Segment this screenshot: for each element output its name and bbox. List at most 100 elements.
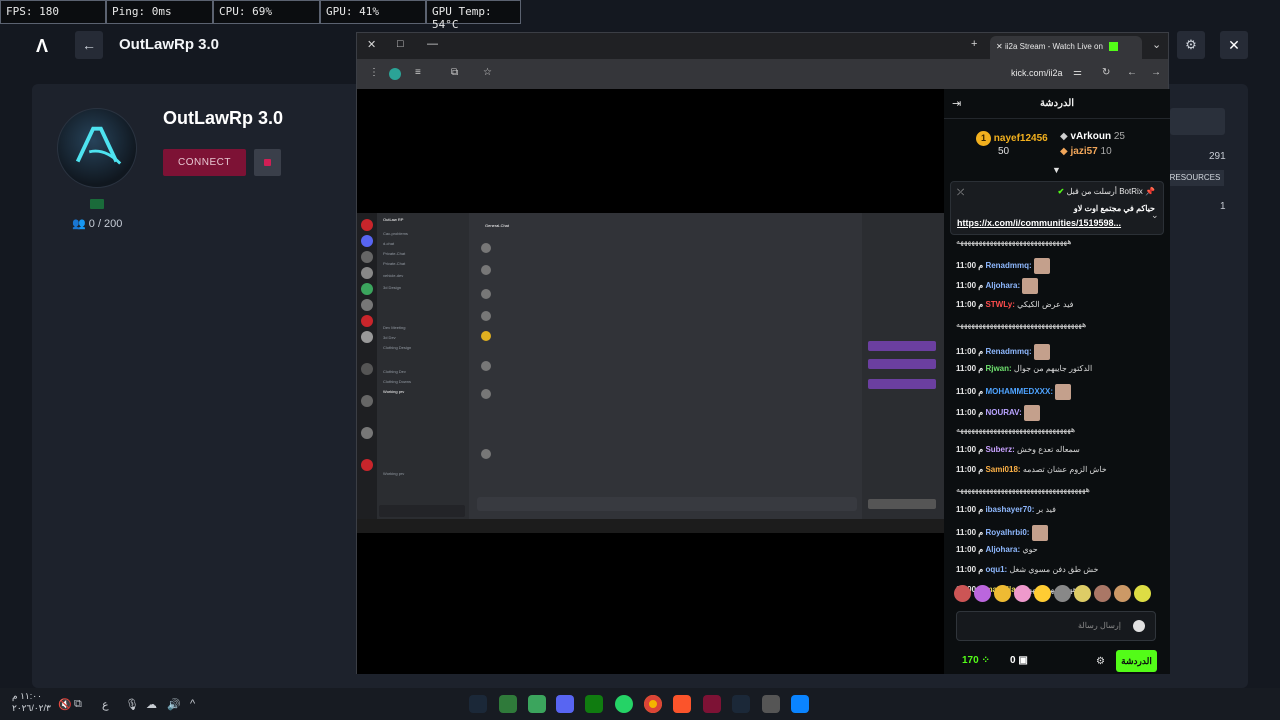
- unpin-icon[interactable]: ⤫: [957, 187, 964, 198]
- address-bar[interactable]: kick.com/ii2a: [1011, 68, 1063, 78]
- chat-message[interactable]: 11:00 م ibashayer70: فيد بر: [956, 505, 1056, 514]
- steam-icon[interactable]: [732, 695, 750, 713]
- chat-message[interactable]: 11:00 م Renadmmq:: [956, 344, 1050, 360]
- emote-icon[interactable]: [974, 585, 991, 602]
- emoji-picker-icon[interactable]: [1133, 620, 1145, 632]
- emote-icon[interactable]: [1054, 585, 1071, 602]
- display-icon[interactable]: ⧉: [74, 698, 82, 711]
- extension-icon[interactable]: [389, 68, 401, 80]
- window-close-icon[interactable]: ✕: [367, 38, 376, 51]
- pinned-link[interactable]: https://x.com/i/communities/1519598...: [957, 218, 1121, 228]
- extensions-icon[interactable]: ⧉: [451, 67, 458, 78]
- message-username[interactable]: Renadmmq:: [985, 347, 1031, 356]
- favorite-button[interactable]: [254, 149, 281, 176]
- chat-message[interactable]: هههههههههههههههههههههههههههههههه: [956, 425, 1075, 434]
- bookmark-star-icon[interactable]: ☆: [483, 67, 492, 78]
- steam-icon[interactable]: [469, 695, 487, 713]
- forward-icon[interactable]: →: [1151, 67, 1161, 78]
- message-username[interactable]: oqu1:: [985, 565, 1007, 574]
- message-username[interactable]: ibashayer70:: [985, 505, 1034, 514]
- emote-icon[interactable]: [994, 585, 1011, 602]
- browser-menu-icon[interactable]: ⋮: [369, 67, 379, 78]
- window-maximize-icon[interactable]: □: [397, 38, 404, 50]
- site-settings-icon[interactable]: ⚌: [1073, 67, 1082, 78]
- settings-button[interactable]: ⚙: [1177, 31, 1205, 59]
- side-search-input[interactable]: [1170, 108, 1225, 135]
- chat-message[interactable]: 11:00 م Aljohara:: [956, 278, 1039, 294]
- emote-icon[interactable]: [1014, 585, 1031, 602]
- chat-message[interactable]: 11:00 م Sami018: خاش الزوم عشان تصدمه: [956, 465, 1107, 474]
- top-gifter-1[interactable]: 1 nayef12456: [976, 131, 1048, 146]
- windows-start-icon[interactable]: [791, 695, 809, 713]
- chat-message[interactable]: ههههههههههههههههههههههههههههههههههه: [956, 320, 1086, 329]
- brave-icon[interactable]: [673, 695, 691, 713]
- emote-icon[interactable]: [1094, 585, 1111, 602]
- message-username[interactable]: MOHAMMEDXXX:: [985, 387, 1053, 396]
- close-button[interactable]: ✕: [1220, 31, 1248, 59]
- back-icon[interactable]: ←: [1127, 67, 1137, 78]
- pinned-message[interactable]: ⤫ ✔ أرسلت من قبل BotRix 📌 حياكم في مجتمع…: [950, 181, 1164, 235]
- chat-message[interactable]: 11:00 م Aljohara: حوي: [956, 545, 1038, 554]
- cloud-icon[interactable]: ☁: [146, 698, 157, 711]
- resources-tag[interactable]: RESOURCES: [1166, 170, 1224, 186]
- emote-icon[interactable]: [1074, 585, 1091, 602]
- speaker-mute-icon[interactable]: 🔇: [58, 698, 72, 711]
- back-button[interactable]: ←: [75, 31, 103, 59]
- window-minimize-icon[interactable]: —: [427, 38, 438, 50]
- message-username[interactable]: Suberz:: [985, 445, 1014, 454]
- gifts-counter[interactable]: 0 ▣: [1010, 655, 1028, 666]
- tray-overflow-icon[interactable]: ^: [190, 698, 195, 710]
- app-icon[interactable]: [762, 695, 780, 713]
- chat-message[interactable]: 11:00 م NOURAV:: [956, 405, 1040, 421]
- app-icon[interactable]: [499, 695, 517, 713]
- stream-video[interactable]: OutLaw RP Cac-problems d-chat Private-Ch…: [357, 89, 944, 674]
- new-tab-icon[interactable]: +: [971, 38, 977, 50]
- chat-message[interactable]: ههههههههههههههههههههههههههههههه: [956, 237, 1071, 246]
- chat-message[interactable]: 11:00 م STWLy: فيد عرض الكيكي: [956, 300, 1073, 309]
- chrome-icon[interactable]: [644, 695, 662, 713]
- chat-message[interactable]: 11:00 م oqu1: خش طق دفن مسوي شغل: [956, 565, 1098, 574]
- message-username[interactable]: NOURAV:: [985, 408, 1021, 417]
- emote-icon[interactable]: [1034, 585, 1051, 602]
- chat-input[interactable]: إرسال رسالة: [956, 611, 1156, 641]
- chat-message[interactable]: 11:00 م Rjwan: الدكتور جايبهم من جوال: [956, 364, 1092, 373]
- message-username[interactable]: Renadmmq:: [985, 261, 1031, 270]
- top-gifter-2[interactable]: ◆ vArkoun 25: [1060, 131, 1125, 142]
- emote-icon[interactable]: [954, 585, 971, 602]
- chat-message[interactable]: 11:00 م Royalhrbi0:: [956, 525, 1048, 541]
- chat-message[interactable]: هههههههههههههههههههههههههههههههههههه: [956, 485, 1090, 494]
- channel-points[interactable]: 170 ⁘: [962, 655, 990, 666]
- top-gifter-3[interactable]: ◆ jazi57 10: [1060, 146, 1112, 157]
- message-username[interactable]: Aljohara:: [985, 545, 1020, 554]
- altv-icon[interactable]: [703, 695, 721, 713]
- language-indicator[interactable]: ع: [102, 698, 109, 711]
- chat-message[interactable]: 11:00 م Renadmmq:: [956, 258, 1050, 274]
- whatsapp-icon[interactable]: [615, 695, 633, 713]
- emote-icon[interactable]: [1134, 585, 1151, 602]
- message-username[interactable]: Royalhrbi0:: [985, 528, 1029, 537]
- chat-message[interactable]: 11:00 م MOHAMMEDXXX:: [956, 384, 1072, 400]
- xbox-icon[interactable]: [585, 695, 603, 713]
- discord-avatar: [481, 331, 491, 341]
- send-chat-button[interactable]: الدردشة: [1116, 650, 1157, 672]
- message-username[interactable]: Sami018:: [985, 465, 1020, 474]
- app-icon[interactable]: [528, 695, 546, 713]
- pinned-expand-icon[interactable]: ⌄: [1151, 210, 1159, 221]
- playlist-icon[interactable]: ≡: [415, 67, 421, 78]
- connect-button[interactable]: CONNECT: [163, 149, 246, 176]
- tab-kick-stream[interactable]: ✕ ii2a Stream - Watch Live on: [990, 36, 1142, 59]
- emote-icon[interactable]: [1114, 585, 1131, 602]
- tab-menu-icon[interactable]: ⌄: [1152, 38, 1161, 51]
- reload-icon[interactable]: ↻: [1102, 67, 1110, 78]
- message-username[interactable]: Rjwan:: [985, 364, 1011, 373]
- chat-settings-icon[interactable]: ⚙: [1096, 656, 1105, 667]
- message-username[interactable]: Aljohara:: [985, 281, 1020, 290]
- message-username[interactable]: STWLy:: [985, 300, 1014, 309]
- tab-close-icon[interactable]: ✕: [996, 42, 1003, 51]
- chat-message[interactable]: 11:00 م Suberz: سمعاله تعدع وخش: [956, 445, 1080, 454]
- discord-icon[interactable]: [556, 695, 574, 713]
- expand-gifters-icon[interactable]: ▼: [1052, 165, 1061, 175]
- microphone-icon[interactable]: 🎙: [125, 698, 139, 711]
- system-clock[interactable]: ١١:٠٠ م ٢٠٢٦/٠٢/٣: [12, 690, 51, 714]
- volume-icon[interactable]: 🔊: [167, 698, 181, 711]
